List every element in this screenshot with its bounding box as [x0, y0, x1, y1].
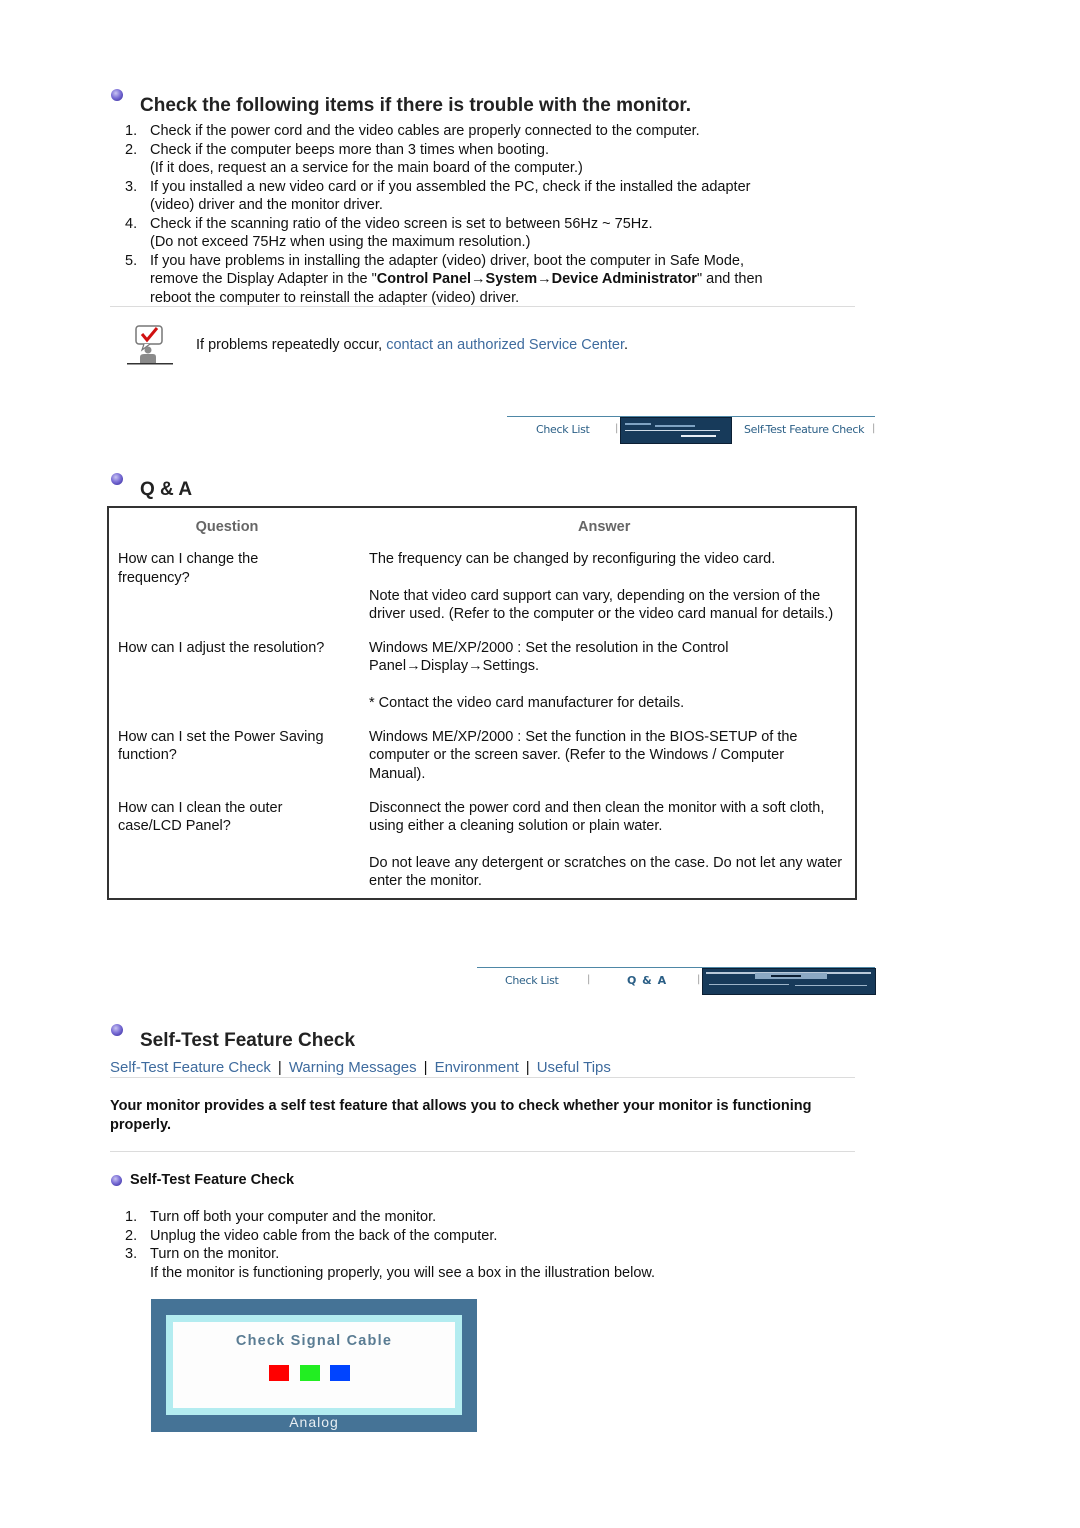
table-row: How can I change the frequency? The freq…: [109, 550, 855, 639]
qa-answer: Windows ME/XP/2000 : Set the function in…: [369, 729, 798, 782]
divider: [110, 1151, 855, 1152]
nav-qa-active-thumbnail[interactable]: [620, 417, 732, 444]
service-center-link[interactable]: contact an authorized Service Center: [386, 337, 624, 353]
list-item: 2. Unplug the video cable from the back o…: [125, 1227, 498, 1244]
nav-self-test[interactable]: Self-Test Feature Check: [744, 423, 865, 436]
qa-answer: Windows ME/XP/2000 : Set the resolution …: [369, 640, 729, 711]
list-item: 5. If you have problems in installing th…: [125, 252, 763, 306]
nav-check-list[interactable]: Check List: [536, 423, 590, 436]
qa-question: How can I adjust the resolution?: [118, 640, 325, 657]
subsection-bullet-icon: [111, 1175, 122, 1186]
selftest-subnav: Self-Test Feature Check | Warning Messages…: [110, 1059, 611, 1076]
section-bullet-icon: [111, 1024, 123, 1036]
red-square: [269, 1365, 289, 1381]
subnav-useful-tips[interactable]: Useful Tips: [537, 1059, 611, 1076]
list-item: 3. If you installed a new video card or i…: [125, 178, 751, 214]
qa-header-row: Question Answer: [109, 508, 855, 550]
service-note: If problems repeatedly occur, contact an…: [196, 337, 629, 353]
subnav-self-test[interactable]: Self-Test Feature Check: [110, 1059, 271, 1076]
qa-table: Question Answer How can I change the fre…: [107, 506, 857, 901]
selftest-subtitle: Self-Test Feature Check: [130, 1172, 295, 1188]
signal-message: Check Signal Cable: [235, 1333, 393, 1349]
note-check-icon: [127, 325, 173, 365]
col-answer-header: Answer: [578, 519, 631, 535]
control-panel-path: Control Panel→System→Device Administrato…: [376, 271, 697, 287]
section-nav-2: Check List | Q & A |: [477, 967, 876, 995]
screen-box: Check Signal Cable: [166, 1315, 462, 1415]
qa-question: How can I clean the outer case/LCD Panel…: [118, 799, 283, 835]
table-row: How can I set the Power Saving function?…: [109, 728, 855, 799]
subnav-warning-messages[interactable]: Warning Messages: [289, 1059, 417, 1076]
list-item: 1. Check if the power cord and the video …: [125, 123, 700, 139]
qa-title: Q & A: [140, 479, 193, 500]
col-question-header: Question: [195, 519, 259, 535]
green-square: [300, 1365, 320, 1381]
selftest-intro: Your monitor provides a self test featur…: [110, 1098, 812, 1133]
list-item: 3. Turn on the monitor. If the monitor is …: [125, 1246, 656, 1281]
subnav-environment[interactable]: Environment: [435, 1059, 519, 1076]
qa-question: How can I set the Power Saving function?: [118, 729, 324, 764]
nav-check-list[interactable]: Check List: [505, 974, 559, 987]
nav-self-test-active-thumbnail[interactable]: [702, 968, 876, 995]
qa-answer: The frequency can be changed by reconfig…: [369, 551, 834, 622]
qa-question: How can I change the frequency?: [118, 551, 259, 586]
selftest-title: Self-Test Feature Check: [140, 1030, 356, 1051]
trouble-title: Check the following items if there is tr…: [140, 95, 692, 116]
mode-label: Analog: [289, 1414, 339, 1430]
list-item: 2. Check if the computer beeps more than …: [125, 141, 583, 177]
table-row: How can I clean the outer case/LCD Panel…: [109, 799, 855, 898]
blue-square: [330, 1365, 350, 1381]
nav-qa[interactable]: Q & A: [627, 974, 667, 987]
divider: [110, 306, 855, 307]
qa-answer: Disconnect the power cord and then clean…: [369, 799, 843, 889]
section-bullet-icon: [111, 473, 123, 485]
self-test-illustration: Check Signal Cable Analog: [151, 1299, 477, 1432]
list-item: 1. Turn off both your computer and the mo…: [125, 1209, 437, 1225]
section-nav-1: Check List | Self-Test Feature Check |: [507, 416, 875, 444]
trouble-list: 1. Check if the power cord and the video …: [110, 122, 870, 307]
divider: [110, 1077, 855, 1078]
list-item: 4. Check if the scanning ratio of the vid…: [125, 215, 653, 251]
section-bullet-icon: [111, 89, 123, 101]
selftest-steps: 1. Turn off both your computer and the mo…: [110, 1208, 870, 1282]
table-row: How can I adjust the resolution? Windows…: [109, 639, 855, 728]
